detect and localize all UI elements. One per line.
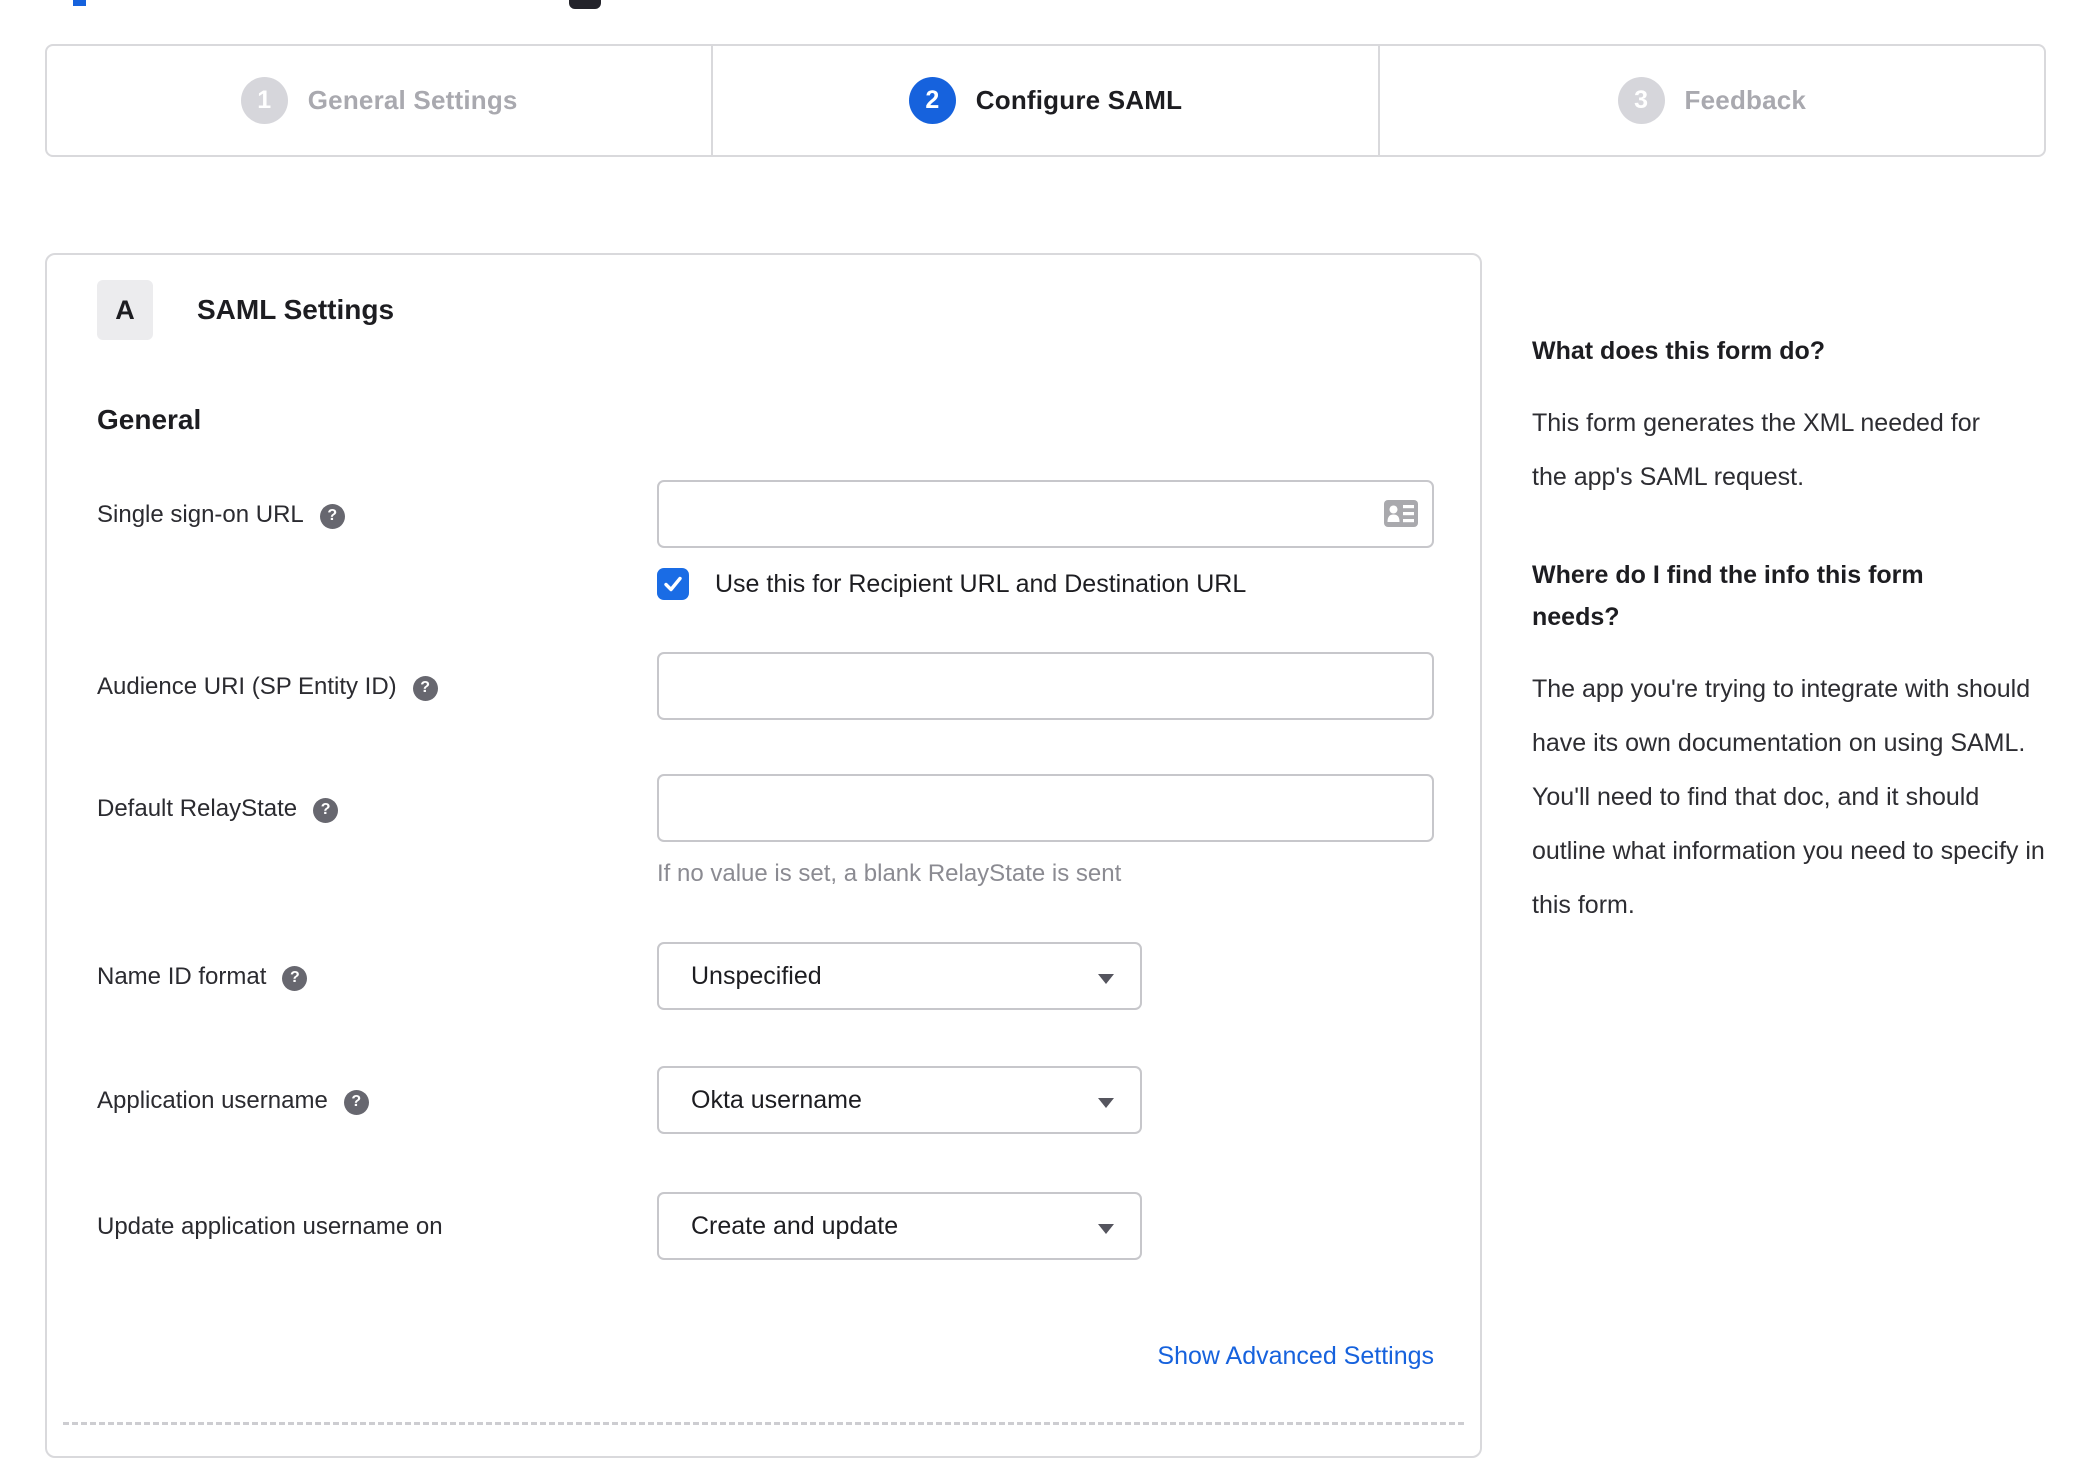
- sidebar-heading: Where do I find the info this form needs…: [1532, 561, 1924, 631]
- help-icon[interactable]: ?: [412, 675, 438, 701]
- help-icon[interactable]: ?: [282, 965, 308, 991]
- panel-header: A SAML Settings: [97, 280, 1434, 340]
- update-username-label: Update application username on: [97, 1192, 657, 1241]
- field-label-text: Single sign-on URL: [97, 501, 304, 528]
- help-icon[interactable]: ?: [343, 1089, 369, 1115]
- sidebar-heading: What does this form do?: [1532, 337, 1826, 365]
- contact-card-icon: [1384, 500, 1418, 527]
- general-section-heading: General: [97, 404, 202, 435]
- step-number-badge: 1: [240, 77, 288, 124]
- logo-fragment-black: [569, 0, 601, 9]
- recipient-url-checkbox-row: Use this for Recipient URL and Destinati…: [657, 568, 1434, 600]
- relaystate-input[interactable]: [657, 774, 1434, 842]
- field-label-text: Application username: [97, 1087, 328, 1114]
- field-label-text: Name ID format: [97, 963, 267, 990]
- audience-uri-label: Audience URI (SP Entity ID) ?: [97, 652, 657, 701]
- saml-settings-panel: A SAML Settings General Single sign-on U…: [45, 253, 1482, 1458]
- show-advanced-settings-link[interactable]: Show Advanced Settings: [1157, 1342, 1434, 1371]
- step-label: Configure SAML: [975, 85, 1183, 115]
- chevron-down-icon: [1098, 974, 1114, 984]
- panel-title: SAML Settings: [197, 294, 395, 325]
- help-icon[interactable]: ?: [319, 503, 345, 529]
- field-label-text: Audience URI (SP Entity ID): [97, 673, 397, 700]
- chevron-down-icon: [1098, 1224, 1114, 1234]
- step-number-badge: 2: [908, 77, 956, 124]
- field-row-sso-url: Single sign-on URL ? Use this for Recipi…: [97, 480, 1434, 600]
- app-username-select[interactable]: Okta username: [657, 1066, 1142, 1134]
- help-icon[interactable]: ?: [313, 797, 339, 823]
- sidebar-section-what: What does this form do? This form genera…: [1532, 330, 2048, 504]
- audience-uri-input[interactable]: [657, 652, 1434, 720]
- nameid-format-label: Name ID format ?: [97, 942, 657, 991]
- field-label-text: Update application username on: [97, 1213, 443, 1240]
- section-a-badge: A: [97, 280, 153, 340]
- step-label: General Settings: [307, 85, 518, 115]
- select-value: Unspecified: [691, 961, 822, 990]
- field-row-app-username: Application username ? Okta username: [97, 1066, 1434, 1134]
- sso-url-label: Single sign-on URL ?: [97, 480, 657, 529]
- wizard-stepper: 1 General Settings 2 Configure SAML 3 Fe…: [45, 44, 2046, 157]
- field-row-nameid-format: Name ID format ? Unspecified: [97, 942, 1434, 1010]
- select-value: Create and update: [691, 1211, 899, 1240]
- field-row-audience-uri: Audience URI (SP Entity ID) ?: [97, 652, 1434, 720]
- relaystate-label: Default RelayState ?: [97, 774, 657, 823]
- help-sidebar: What does this form do? This form genera…: [1532, 330, 2048, 932]
- field-row-relaystate: Default RelayState ? If no value is set,…: [97, 774, 1434, 888]
- step-feedback[interactable]: 3 Feedback: [1377, 46, 2044, 155]
- field-label-text: Default RelayState: [97, 795, 298, 822]
- step-number-badge: 3: [1617, 77, 1665, 124]
- select-value: Okta username: [691, 1085, 862, 1114]
- checkmark-icon: [664, 576, 682, 592]
- sidebar-paragraph: This form generates the XML needed for t…: [1532, 409, 1980, 491]
- sso-url-input[interactable]: [657, 480, 1434, 548]
- step-label: Feedback: [1684, 85, 1807, 115]
- sidebar-section-where: Where do I find the info this form needs…: [1532, 554, 2048, 932]
- saml-form: Single sign-on URL ? Use this for Recipi…: [97, 480, 1434, 1371]
- section-divider-dashed: [63, 1422, 1464, 1425]
- step-general-settings[interactable]: 1 General Settings: [47, 46, 711, 155]
- checkbox-label: Use this for Recipient URL and Destinati…: [715, 569, 1247, 598]
- app-username-label: Application username ?: [97, 1066, 657, 1115]
- logo-fragment-blue: [73, 0, 86, 6]
- field-row-update-username: Update application username on Create an…: [97, 1192, 1434, 1260]
- step-configure-saml[interactable]: 2 Configure SAML: [711, 46, 1377, 155]
- sidebar-paragraph: The app you're trying to integrate with …: [1532, 675, 2045, 919]
- use-for-recipient-url-checkbox[interactable]: [657, 568, 689, 600]
- relaystate-hint: If no value is set, a blank RelayState i…: [657, 860, 1122, 887]
- update-username-select[interactable]: Create and update: [657, 1192, 1142, 1260]
- advanced-settings-row: Show Advanced Settings: [97, 1342, 1434, 1371]
- chevron-down-icon: [1098, 1098, 1114, 1108]
- nameid-format-select[interactable]: Unspecified: [657, 942, 1142, 1010]
